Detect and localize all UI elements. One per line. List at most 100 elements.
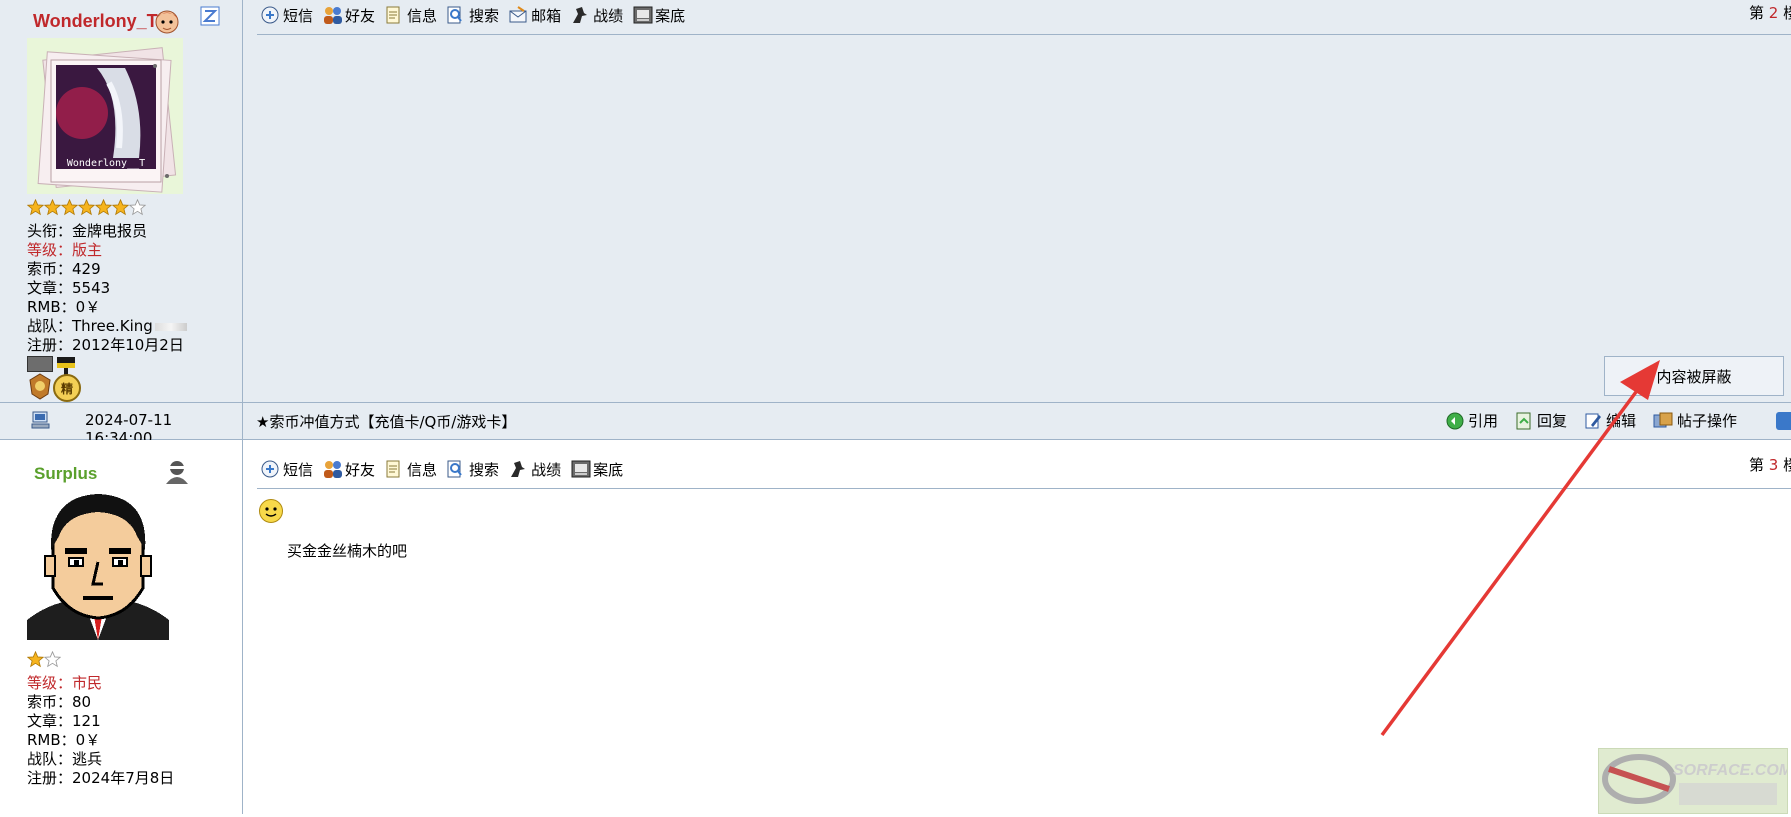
star-empty-icon [44,651,61,668]
post-content: 买金金丝楠木的吧 [287,542,408,560]
toolbar-label: 邮箱 [531,6,562,25]
username-bottom[interactable]: Surplus [34,464,97,484]
record-icon [508,459,528,479]
toolbar-item-mailbox[interactable]: 邮箱 [508,5,561,26]
profile-link-icon[interactable] [200,6,220,26]
blocked-content-notice: 内容被屏蔽 [1604,356,1784,396]
posts-value: 5543 [72,279,111,297]
computer-icon [31,411,50,429]
action-quote[interactable]: 引用 [1445,410,1498,431]
title-value: 金牌电报员 [72,222,148,240]
info-icon [384,5,404,25]
toolbar-item-case-record[interactable]: 案底 [632,5,685,26]
post-author-panel-top: Wonderlony_T Wonderlony__T 头衔：金牌电报员 等级：版… [0,0,243,402]
toolbar-item-case-record[interactable]: 案底 [570,459,623,480]
post-info-bar: 2024-07-11 16:34:00 ★索币冲值方式【充值卡/Q币/游戏卡】 … [0,402,1791,447]
rmb-value: 0￥ [75,298,101,316]
toolbar-label: 短信 [283,460,314,479]
user-stats-bottom: 等级：市民 索币：80 文章：121 RMB：0￥ 战队：逃兵 注册：2024年… [27,674,175,787]
rating-stars-bottom [27,651,61,668]
user-face-icon [155,10,179,34]
user-toolbar-top: 短信 好友 信息 搜索 邮箱 战绩 案底 [260,1,694,29]
star-filled-icon [61,199,78,216]
star-filled-icon [27,199,44,216]
friends-icon [322,459,343,479]
post-body-bottom: 短信 好友 信息 搜索 战绩 案底 第 3 楼 买金金丝楠木的吧 [243,440,1791,814]
star-filled-icon [27,651,44,668]
toolbar-label: 战绩 [593,6,624,25]
team-badge-icon [154,322,187,331]
toolbar-item-search[interactable]: 搜索 [446,5,499,26]
user-toolbar-bottom: 短信 好友 信息 搜索 战绩 案底 [260,455,632,483]
user-stats-top: 头衔：金牌电报员 等级：版主 索币：429 文章：5543 RMB：0￥ 战队：… [27,222,187,355]
toolbar-item-info[interactable]: 信息 [384,459,437,480]
posts-value: 121 [72,712,101,730]
toolbar-divider [257,488,1791,489]
post-manage-icon [1652,411,1674,431]
mailbox-icon [508,5,528,25]
toolbar-label: 案底 [655,6,686,25]
toolbar-item-sms[interactable]: 短信 [260,5,313,26]
floor-number-top: 第 2 楼 [1749,4,1791,22]
team-value[interactable]: Three.King [72,317,153,335]
toolbar-item-sms[interactable]: 短信 [260,459,313,480]
friends-icon [322,5,343,25]
toolbar-label: 信息 [407,460,438,479]
rating-stars [27,199,146,216]
level-value: 版主 [72,241,103,259]
case-record-icon [570,459,591,479]
avatar-caption: Wonderlony__T [67,158,145,169]
site-watermark: SORFACE.COM [1598,748,1791,814]
username-top[interactable]: Wonderlony_T [33,11,158,32]
user-gender-icon [166,461,188,484]
star-filled-icon [44,199,61,216]
avatar-bottom[interactable] [27,492,169,640]
toolbar-label: 好友 [345,460,376,479]
toolbar-item-friends[interactable]: 好友 [322,459,375,480]
thread-title[interactable]: ★索币冲值方式【充值卡/Q币/游戏卡】 [256,411,516,432]
post-author-panel-bottom: Surplus 等级：市民 索币：80 文章：121 RMB：0￥ 战队：逃兵 … [0,440,243,814]
toolbar-item-record[interactable]: 战绩 [508,459,561,480]
toolbar-item-search[interactable]: 搜索 [446,459,499,480]
sms-icon [260,459,280,479]
toolbar-item-info[interactable]: 信息 [384,5,437,26]
toolbar-item-friends[interactable]: 好友 [322,5,375,26]
reply-icon [1514,411,1534,431]
star-filled-icon [112,199,129,216]
sms-icon [260,5,280,25]
star-filled-icon [78,199,95,216]
reg-value: 2024年7月8日 [72,769,175,787]
coins-value: 429 [72,260,101,278]
quote-icon [1445,411,1465,431]
scroll-top-icon[interactable] [1776,412,1791,430]
toolbar-label: 信息 [407,6,438,25]
info-icon [384,459,404,479]
record-icon [570,5,590,25]
action-reply[interactable]: 回复 [1514,410,1567,431]
level-value: 市民 [72,674,103,692]
toolbar-label: 好友 [345,6,376,25]
floor-number-bottom: 第 3 楼 [1749,456,1791,474]
rmb-value: 0￥ [75,731,101,749]
medal-bar-icon [27,356,53,372]
post-body-top: 短信 好友 信息 搜索 邮箱 战绩 案底 第 2 楼 [243,0,1791,402]
toolbar-divider [257,34,1791,35]
toolbar-label: 案底 [593,460,624,479]
medal-elite-icon: 精 [53,374,81,402]
watermark-text: SORFACE.COM [1673,762,1787,779]
toolbar-label: 搜索 [469,460,500,479]
star-empty-icon [129,199,146,216]
edit-icon [1583,411,1603,431]
toolbar-label: 搜索 [469,6,500,25]
avatar-top[interactable]: Wonderlony__T [27,38,183,194]
medal-crest-icon [29,373,51,400]
team-value[interactable]: 逃兵 [72,750,102,768]
case-record-icon [632,5,653,25]
toolbar-item-record[interactable]: 战绩 [570,5,623,26]
post-actions: 引用 回复 编辑 帖子操作 [1429,410,1737,431]
search-icon [446,459,466,479]
star-filled-icon [95,199,112,216]
action-post-manage[interactable]: 帖子操作 [1652,410,1737,431]
toolbar-label: 短信 [283,6,314,25]
action-edit[interactable]: 编辑 [1583,410,1636,431]
